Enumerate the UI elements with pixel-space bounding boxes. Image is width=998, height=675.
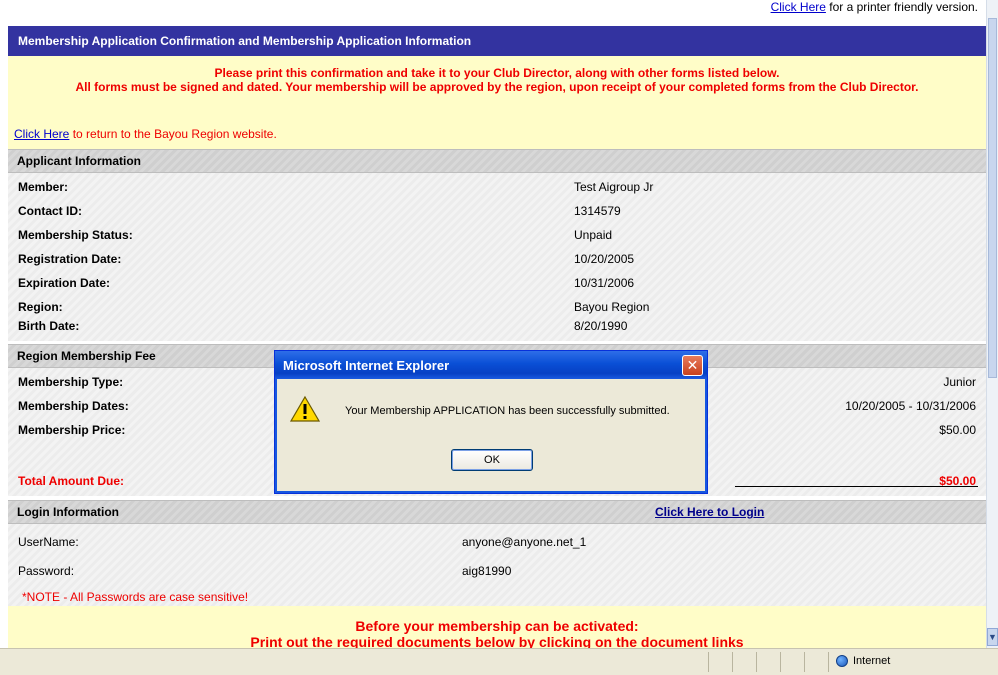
alert-dialog: Microsoft Internet Explorer ✕ Your Membe… xyxy=(274,350,708,494)
dialog-body: Your Membership APPLICATION has been suc… xyxy=(278,379,704,491)
security-zone: Internet xyxy=(836,655,890,667)
field-label: Membership Status: xyxy=(18,228,133,242)
field-label: Contact ID: xyxy=(18,204,82,218)
field-value: Bayou Region xyxy=(574,300,650,314)
status-divider xyxy=(804,652,805,672)
notice-line-2: All forms must be signed and dated. Your… xyxy=(75,80,919,94)
dialog-title: Microsoft Internet Explorer xyxy=(283,357,450,373)
field-value: 10/20/2005 xyxy=(574,252,635,266)
field-label: Membership Price: xyxy=(18,423,126,437)
return-line: Click Here to return to the Bayou Region… xyxy=(14,127,277,141)
printer-friendly-link[interactable]: Click Here xyxy=(771,0,826,14)
page-content: Click Here for a printer friendly versio… xyxy=(0,0,986,648)
status-divider xyxy=(732,652,733,672)
login-section: UserName: anyone@anyone.net_1 Password: ai… xyxy=(8,524,986,606)
field-label: Membership Type: xyxy=(18,375,124,389)
field-value: anyone@anyone.net_1 xyxy=(462,535,587,549)
total-value: $50.00 xyxy=(939,474,976,488)
field-value: Junior xyxy=(943,375,976,389)
status-divider xyxy=(756,652,757,672)
dialog-titlebar[interactable]: Microsoft Internet Explorer ✕ xyxy=(275,351,707,379)
activation-notice: Before your membership can be activated:… xyxy=(8,606,986,648)
applicant-section: Member: Test Aigroup Jr Contact ID: 131457… xyxy=(8,173,986,341)
ok-button[interactable]: OK xyxy=(451,449,533,471)
field-label: Birth Date: xyxy=(18,319,80,333)
field-label: Member: xyxy=(18,180,69,194)
login-section-heading: Login Information Click Here to Login xyxy=(8,500,986,524)
field-label: Expiration Date: xyxy=(18,276,111,290)
applicant-section-heading: Applicant Information xyxy=(8,149,986,173)
field-value: Test Aigroup Jr xyxy=(574,180,654,194)
applicant-row: Birth Date: 8/20/1990 xyxy=(18,319,627,335)
login-row: UserName: anyone@anyone.net_1 xyxy=(18,535,586,551)
printer-friendly-line: Click Here for a printer friendly versio… xyxy=(771,0,978,14)
scroll-down-arrow-icon[interactable]: ▼ xyxy=(987,628,998,646)
scrollbar-thumb[interactable] xyxy=(988,18,997,378)
password-note: *NOTE - All Passwords are case sensitive… xyxy=(22,590,249,604)
globe-icon xyxy=(836,655,848,667)
vertical-scrollbar[interactable]: ▼ xyxy=(986,0,998,648)
applicant-row: Contact ID: 1314579 xyxy=(18,204,621,220)
return-text: to return to the Bayou Region website. xyxy=(72,127,277,141)
applicant-row: Member: Test Aigroup Jr xyxy=(18,180,653,196)
notice-line-1: Please print this confirmation and take … xyxy=(214,66,780,80)
status-bar: Internet xyxy=(0,648,998,675)
printer-friendly-text: for a printer friendly version. xyxy=(829,0,978,14)
login-row: Password: aig81990 xyxy=(18,564,511,580)
login-heading-label: Login Information xyxy=(17,505,119,519)
close-icon[interactable]: ✕ xyxy=(682,355,703,376)
warning-icon xyxy=(290,395,320,422)
field-value: 1314579 xyxy=(574,204,621,218)
status-divider xyxy=(828,652,829,672)
zone-label: Internet xyxy=(853,655,891,667)
login-link[interactable]: Click Here to Login xyxy=(655,505,764,519)
applicant-row: Region: Bayou Region xyxy=(18,300,649,316)
field-value: 8/20/1990 xyxy=(574,319,628,333)
confirmation-notice: Please print this confirmation and take … xyxy=(8,56,986,149)
page-title: Membership Application Confirmation and … xyxy=(8,26,986,56)
dialog-message: Your Membership APPLICATION has been suc… xyxy=(345,405,670,417)
field-value: $50.00 xyxy=(939,423,976,437)
applicant-row: Registration Date: 10/20/2005 xyxy=(18,252,634,268)
field-label: Membership Dates: xyxy=(18,399,129,413)
total-label: Total Amount Due: xyxy=(18,474,124,488)
status-divider xyxy=(708,652,709,672)
activation-line-1: Before your membership can be activated: xyxy=(355,618,639,634)
field-label: Registration Date: xyxy=(18,252,122,266)
field-value: Unpaid xyxy=(574,228,613,242)
field-value: 10/20/2005 - 10/31/2006 xyxy=(845,399,976,413)
applicant-row: Membership Status: Unpaid xyxy=(18,228,612,244)
return-to-region-link[interactable]: Click Here xyxy=(14,127,69,141)
field-label: Password: xyxy=(18,564,75,578)
activation-line-2: Print out the required documents below b… xyxy=(250,634,744,648)
field-value: 10/31/2006 xyxy=(574,276,635,290)
status-divider xyxy=(780,652,781,672)
field-value: aig81990 xyxy=(462,564,512,578)
field-label: UserName: xyxy=(18,535,79,549)
applicant-row: Expiration Date: 10/31/2006 xyxy=(18,276,634,292)
field-label: Region: xyxy=(18,300,63,314)
